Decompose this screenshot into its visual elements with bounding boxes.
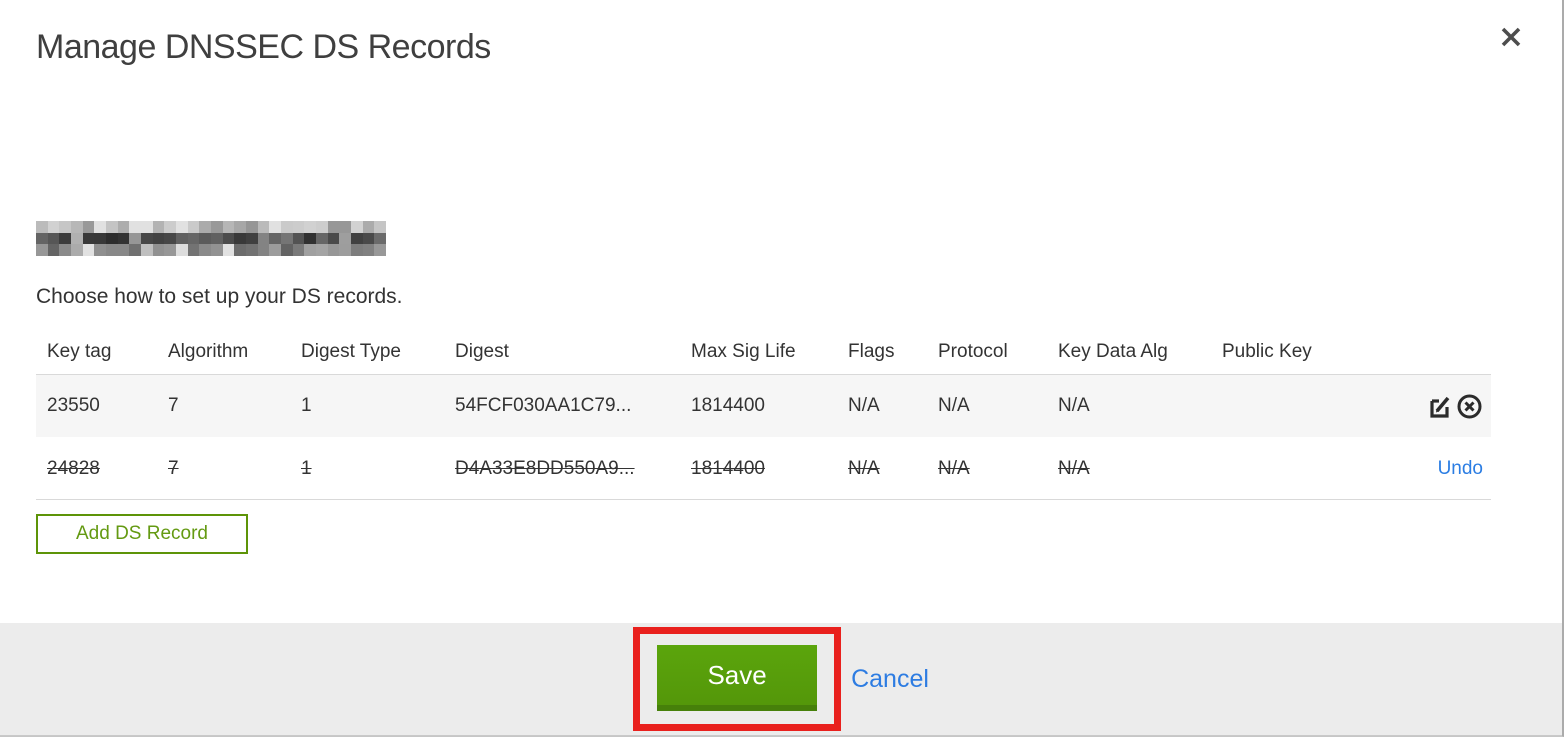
dnssec-modal: Manage DNSSEC DS Records Choose how to s…	[0, 0, 1564, 737]
save-button[interactable]: Save	[657, 645, 818, 711]
col-header-digest: Digest	[455, 341, 509, 362]
cell-digest-type: 1	[301, 395, 312, 416]
cell-digest: 54FCF030AA1C79...	[455, 395, 632, 416]
page-title: Manage DNSSEC DS Records	[36, 28, 491, 66]
cancel-link[interactable]: Cancel	[851, 665, 929, 694]
annotation-red-box: Save	[633, 627, 842, 731]
edit-icon[interactable]	[1427, 393, 1454, 420]
cell-key-data-alg: N/A	[1058, 457, 1090, 479]
table-row-deleted: 24828 7 1 D4A33E8DD550A9... 1814400 N/A …	[36, 437, 1491, 500]
instruction-text: Choose how to set up your DS records.	[36, 285, 403, 308]
cell-key-tag: 23550	[47, 395, 100, 416]
close-icon[interactable]	[1494, 20, 1528, 54]
cell-flags: N/A	[848, 395, 880, 416]
cell-algorithm: 7	[168, 395, 179, 416]
col-header-public-key: Public Key	[1222, 341, 1312, 362]
cell-key-tag: 24828	[47, 457, 100, 479]
table-header-row: Key tag Algorithm Digest Type Digest Max…	[36, 330, 1491, 374]
col-header-flags: Flags	[848, 341, 895, 362]
row-actions: Undo	[1388, 458, 1483, 480]
cell-protocol: N/A	[938, 395, 970, 416]
cell-algorithm: 7	[168, 457, 179, 479]
ds-records-table: Key tag Algorithm Digest Type Digest Max…	[36, 330, 1491, 500]
table-row: 23550 7 1 54FCF030AA1C79... 1814400 N/A …	[36, 374, 1491, 437]
undo-link[interactable]: Undo	[1438, 458, 1483, 480]
col-header-key-data-alg: Key Data Alg	[1058, 341, 1168, 362]
cell-protocol: N/A	[938, 457, 970, 479]
col-header-digest-type: Digest Type	[301, 341, 401, 362]
cell-key-data-alg: N/A	[1058, 395, 1090, 416]
cell-max-sig-life: 1814400	[691, 395, 765, 416]
cell-max-sig-life: 1814400	[691, 457, 765, 479]
row-actions	[1388, 393, 1483, 420]
footer-bar: Save Cancel	[0, 623, 1562, 736]
col-header-max-sig-life: Max Sig Life	[691, 341, 796, 362]
cell-digest: D4A33E8DD550A9...	[455, 457, 635, 479]
col-header-protocol: Protocol	[938, 341, 1008, 362]
redacted-domain-name	[36, 221, 386, 256]
col-header-algorithm: Algorithm	[168, 341, 249, 362]
cell-flags: N/A	[848, 457, 880, 479]
remove-icon[interactable]	[1456, 393, 1483, 420]
cell-digest-type: 1	[301, 457, 312, 479]
col-header-key-tag: Key tag	[47, 341, 112, 362]
add-ds-record-button[interactable]: Add DS Record	[36, 514, 248, 554]
